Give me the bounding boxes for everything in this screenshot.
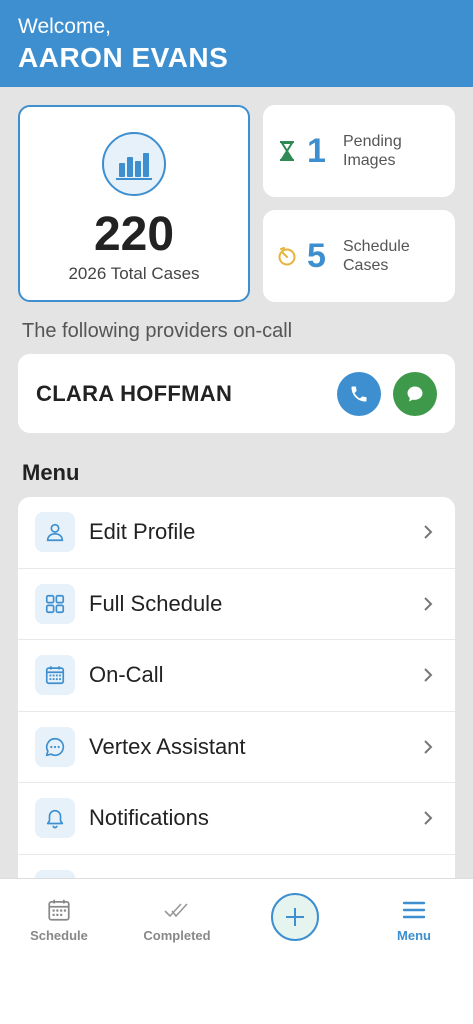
calendar-icon — [35, 655, 75, 696]
menu-item-label: Full Schedule — [89, 590, 223, 616]
hamburger-icon — [364, 897, 464, 923]
home-screen: Welcome, AARON EVANS 220 2026 Total Case… — [0, 0, 473, 1024]
chevron-right-icon — [423, 525, 437, 539]
provider-name: CLARA HOFFMAN — [36, 380, 233, 406]
provider-card: CLARA HOFFMAN — [18, 354, 455, 433]
call-button[interactable] — [337, 371, 381, 416]
chevron-right-icon — [423, 597, 437, 611]
nav-completed[interactable]: Completed — [127, 897, 227, 943]
menu-item-vertex-assistant[interactable]: Vertex Assistant — [18, 712, 455, 783]
schedule-label-line2: Cases — [343, 257, 389, 274]
schedule-cases-count: 5 — [307, 236, 326, 275]
menu-item-label: Edit Profile — [89, 519, 196, 545]
menu-item-label: Notifications — [89, 805, 209, 831]
user-name: AARON EVANS — [18, 42, 229, 73]
nav-completed-label: Completed — [143, 928, 211, 943]
pending-images-label: Pending Images — [343, 132, 402, 170]
nav-schedule-label: Schedule — [30, 928, 88, 943]
pending-label-line2: Images — [343, 152, 396, 169]
schedule-label-line1: Schedule — [343, 238, 410, 255]
total-cases-label: 2026 Total Cases — [68, 264, 200, 283]
welcome-header: Welcome, AARON EVANS — [0, 0, 473, 87]
pending-images-count: 1 — [307, 131, 326, 170]
menu-item-label: Vertex Assistant — [89, 733, 246, 759]
grid-icon — [35, 583, 75, 624]
menu-item-notifications[interactable]: Notifications — [18, 783, 455, 855]
menu-item-label: On-Call — [89, 662, 164, 688]
menu-item-on-call[interactable]: On-Call — [18, 640, 455, 712]
menu-heading: Menu — [22, 460, 80, 485]
nav-schedule[interactable]: Schedule — [9, 897, 109, 943]
double-check-icon — [127, 897, 227, 923]
menu-item-full-schedule[interactable]: Full Schedule — [18, 569, 455, 640]
schedule-cases-card[interactable]: 5 Schedule Cases — [263, 210, 455, 302]
phone-icon — [351, 386, 367, 401]
calendar-icon — [9, 897, 109, 923]
nav-menu-label: Menu — [397, 928, 431, 943]
bar-chart-icon — [102, 132, 166, 196]
message-bubble-icon — [407, 386, 423, 401]
chevron-right-icon — [423, 740, 437, 754]
nav-menu[interactable]: Menu — [364, 897, 464, 943]
user-icon — [35, 512, 75, 553]
total-cases-card[interactable]: 220 2026 Total Cases — [18, 105, 250, 302]
hourglass-icon — [277, 139, 297, 163]
chat-icon — [35, 726, 75, 767]
providers-caption: The following providers on-call — [22, 320, 293, 342]
menu-item-edit-profile[interactable]: Edit Profile — [18, 497, 455, 569]
total-cases-count: 220 — [93, 208, 175, 261]
timer-icon — [277, 244, 297, 268]
bottom-nav: Schedule Completed Menu — [0, 878, 473, 1024]
message-button[interactable] — [393, 371, 437, 416]
schedule-cases-label: Schedule Cases — [343, 237, 410, 275]
chevron-right-icon — [423, 668, 437, 682]
plus-icon — [286, 908, 304, 926]
chevron-right-icon — [423, 811, 437, 825]
welcome-text: Welcome, — [18, 15, 111, 38]
pending-images-card[interactable]: 1 Pending Images — [263, 105, 455, 197]
bell-icon — [35, 798, 75, 839]
menu-list: Edit Profile Full Schedule On-Call Verte… — [18, 497, 455, 897]
add-button[interactable] — [271, 893, 319, 941]
pending-label-line1: Pending — [343, 133, 402, 150]
